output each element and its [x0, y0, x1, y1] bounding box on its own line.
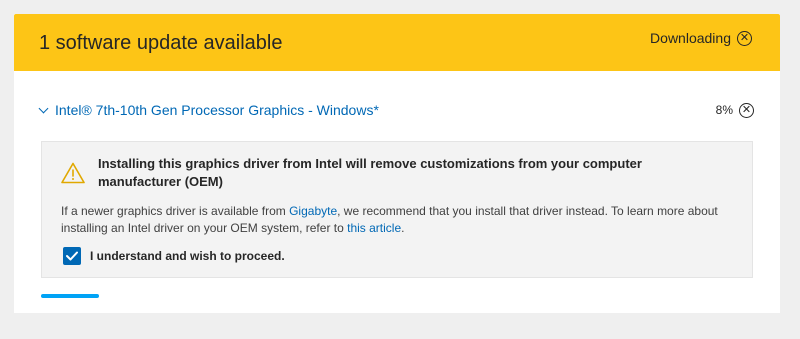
consent-checkbox[interactable]	[63, 247, 81, 265]
article-link[interactable]: this article	[347, 221, 401, 235]
update-card: 1 software update available Downloading …	[14, 14, 780, 313]
notice-body-text-1: If a newer graphics driver is available …	[61, 204, 290, 218]
driver-name-link[interactable]: Intel® 7th-10th Gen Processor Graphics -…	[55, 102, 379, 118]
consent-label: I understand and wish to proceed.	[90, 249, 285, 263]
driver-expand-toggle[interactable]: Intel® 7th-10th Gen Processor Graphics -…	[38, 102, 379, 118]
oem-warning-notice: Installing this graphics driver from Int…	[41, 141, 753, 278]
checkmark-icon	[66, 251, 78, 261]
driver-progress-percent: 8%	[715, 103, 733, 117]
driver-progress-status: 8% ✕	[715, 102, 754, 118]
notice-body-text-3: .	[401, 221, 405, 235]
gigabyte-link[interactable]: Gigabyte	[289, 204, 337, 218]
banner-title: 1 software update available	[39, 32, 283, 54]
download-status: Downloading ✕	[650, 30, 752, 46]
download-status-label: Downloading	[650, 30, 731, 46]
consent-checkbox-row[interactable]: I understand and wish to proceed.	[63, 247, 285, 265]
warning-icon	[61, 162, 85, 184]
notice-title: Installing this graphics driver from Int…	[98, 156, 642, 189]
download-progress-bar	[41, 294, 99, 298]
notice-body: If a newer graphics driver is available …	[61, 203, 751, 237]
update-banner: 1 software update available Downloading …	[14, 14, 780, 71]
driver-row: Intel® 7th-10th Gen Processor Graphics -…	[38, 102, 754, 118]
cancel-download-icon[interactable]: ✕	[737, 30, 752, 46]
chevron-down-icon	[38, 103, 49, 113]
cancel-driver-icon[interactable]: ✕	[739, 102, 754, 118]
